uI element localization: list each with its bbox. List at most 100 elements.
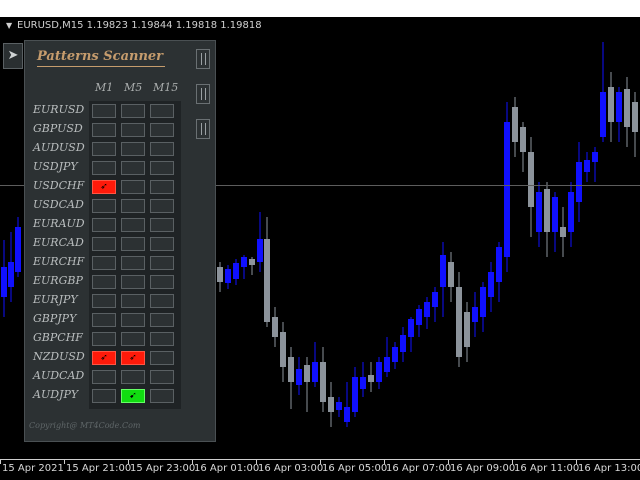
time-axis-label: 16 Apr 13:00 xyxy=(578,463,640,474)
signal-cell[interactable] xyxy=(121,370,145,384)
signal-cell[interactable] xyxy=(150,351,174,365)
signal-cell[interactable] xyxy=(121,332,145,346)
bear-candle xyxy=(448,262,454,287)
signal-cell[interactable] xyxy=(92,332,116,346)
time-axis-tick xyxy=(320,460,321,464)
buy-signal-cell[interactable]: ➹ xyxy=(121,389,145,403)
time-axis-tick xyxy=(192,460,193,464)
bull-candle xyxy=(360,377,366,389)
signal-cell[interactable] xyxy=(150,161,174,175)
signal-cell[interactable] xyxy=(121,104,145,118)
signal-cell[interactable] xyxy=(92,142,116,156)
signal-cell[interactable] xyxy=(92,161,116,175)
signal-cell[interactable] xyxy=(150,180,174,194)
column-header-m15: M15 xyxy=(153,81,179,94)
signal-cell[interactable] xyxy=(92,370,116,384)
bull-candle xyxy=(408,319,414,337)
bear-candle xyxy=(368,375,374,382)
bull-candle xyxy=(600,92,606,137)
time-axis-tick xyxy=(576,460,577,464)
bear-candle xyxy=(632,102,638,132)
signal-cell[interactable] xyxy=(150,275,174,289)
signal-cell[interactable] xyxy=(92,389,116,403)
bear-candle xyxy=(272,317,278,337)
time-axis-tick xyxy=(0,460,1,464)
bull-candle xyxy=(352,377,358,412)
time-axis-label: 15 Apr 23:00 xyxy=(130,463,196,474)
signal-cell[interactable] xyxy=(92,123,116,137)
symbol-label: EURUSD xyxy=(33,103,85,116)
signal-cell[interactable] xyxy=(92,256,116,270)
signal-cell[interactable] xyxy=(121,294,145,308)
bear-candle xyxy=(288,357,294,382)
bull-candle xyxy=(584,160,590,172)
signal-cell[interactable] xyxy=(121,180,145,194)
signal-cell[interactable] xyxy=(150,332,174,346)
signal-cell[interactable] xyxy=(150,199,174,213)
bull-candle xyxy=(296,369,302,385)
bear-candle xyxy=(264,239,270,322)
signal-cell[interactable] xyxy=(121,313,145,327)
bull-candle xyxy=(312,362,318,382)
arrow-icon[interactable]: ➤ xyxy=(3,43,23,69)
triangle-down-icon[interactable]: ▼ xyxy=(6,17,12,35)
signal-cell[interactable] xyxy=(92,218,116,232)
scanner-toggle-button-2[interactable] xyxy=(196,84,210,104)
bull-candle xyxy=(472,307,478,322)
bull-candle xyxy=(257,239,263,262)
sell-signal-cell[interactable]: ➶ xyxy=(121,351,145,365)
time-axis-label: 16 Apr 03:00 xyxy=(258,463,324,474)
sell-signal-cell[interactable]: ➶ xyxy=(92,351,116,365)
signal-cell[interactable] xyxy=(121,142,145,156)
signal-cell[interactable] xyxy=(92,275,116,289)
time-axis-tick xyxy=(128,460,129,464)
symbol-label: EURCAD xyxy=(33,236,84,249)
signal-cell[interactable] xyxy=(150,218,174,232)
signal-cell[interactable] xyxy=(92,237,116,251)
time-axis-labels: 15 Apr 2021 15 Apr 21:00 15 Apr 23:00 16 Ap… xyxy=(0,463,640,479)
bear-candle xyxy=(320,362,326,402)
sell-signal-cell[interactable]: ➶ xyxy=(92,180,116,194)
signal-cell[interactable] xyxy=(92,313,116,327)
patterns-scanner-panel: Patterns Scanner M1 M5 M15 EURUSD GBPUSD A… xyxy=(24,40,216,442)
signal-cell[interactable] xyxy=(150,370,174,384)
scanner-toggle-button-1[interactable] xyxy=(196,49,210,69)
bull-candle xyxy=(15,227,21,272)
signal-cell[interactable] xyxy=(92,199,116,213)
chart-title-bar: ▼ EURUSD,M15 1.19823 1.19844 1.19818 1.1… xyxy=(0,17,640,35)
symbol-label: EURCHF xyxy=(33,255,85,268)
signal-cell[interactable] xyxy=(121,275,145,289)
symbol-label: NZDUSD xyxy=(33,350,85,363)
scanner-title-underline xyxy=(37,66,165,67)
signal-cell[interactable] xyxy=(92,104,116,118)
signal-cell[interactable] xyxy=(121,237,145,251)
scanner-title: Patterns Scanner xyxy=(37,49,164,64)
time-axis-tick xyxy=(64,460,65,464)
signal-cell[interactable] xyxy=(121,256,145,270)
symbol-label: AUDUSD xyxy=(33,141,85,154)
bull-candle xyxy=(424,302,430,317)
bear-candle xyxy=(512,107,518,142)
bull-candle xyxy=(568,192,574,232)
signal-cell[interactable] xyxy=(150,294,174,308)
signal-cell[interactable] xyxy=(150,256,174,270)
signal-cell[interactable] xyxy=(150,389,174,403)
bull-candle xyxy=(344,407,350,422)
signal-cell[interactable] xyxy=(121,161,145,175)
signal-cell[interactable] xyxy=(92,294,116,308)
signal-cell[interactable] xyxy=(150,104,174,118)
signal-cell[interactable] xyxy=(121,218,145,232)
bull-candle xyxy=(504,122,510,257)
signal-cell[interactable] xyxy=(121,199,145,213)
signal-cell[interactable] xyxy=(150,237,174,251)
bull-candle xyxy=(488,272,494,297)
signal-cell[interactable] xyxy=(121,123,145,137)
chart-title: EURUSD,M15 1.19823 1.19844 1.19818 1.198… xyxy=(17,20,262,31)
signal-cell[interactable] xyxy=(150,313,174,327)
signal-cell[interactable] xyxy=(150,142,174,156)
symbol-label: AUDCAD xyxy=(33,369,85,382)
bear-candle xyxy=(544,189,550,232)
signal-cell[interactable] xyxy=(150,123,174,137)
time-axis-label: 16 Apr 05:00 xyxy=(322,463,388,474)
scanner-toggle-button-3[interactable] xyxy=(196,119,210,139)
